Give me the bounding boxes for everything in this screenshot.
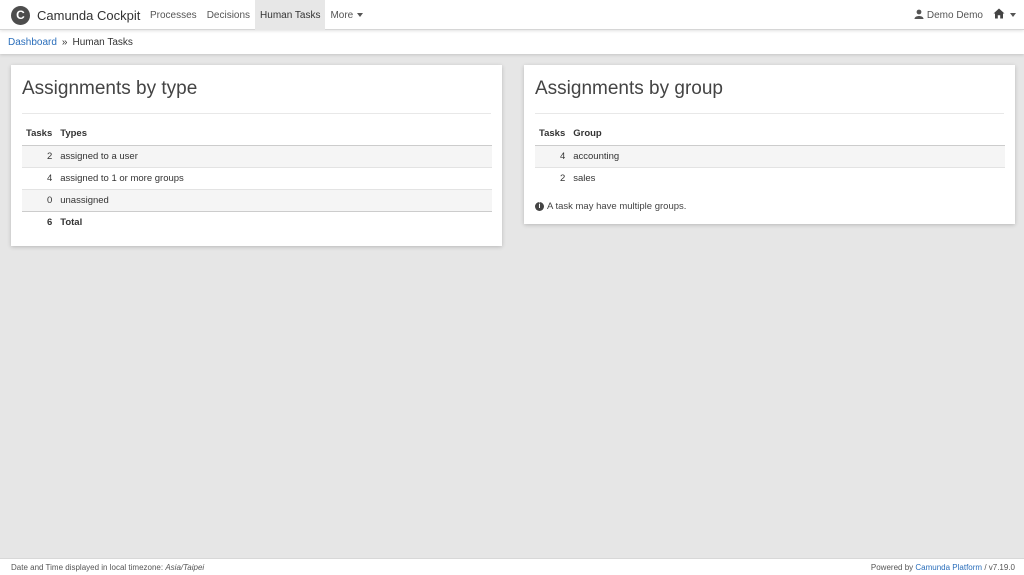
- column-header-tasks: Tasks: [535, 123, 570, 146]
- type-label[interactable]: assigned to 1 or more groups: [56, 166, 492, 189]
- breadcrumb: Dashboard » Human Tasks: [0, 30, 1024, 54]
- camunda-logo-icon: C: [11, 5, 30, 25]
- timezone-value: Asia/Taipei: [165, 563, 205, 572]
- note-text: A task may have multiple groups.: [547, 201, 687, 212]
- nav-item-more-label: More: [330, 9, 354, 21]
- column-header-tasks: Tasks: [22, 123, 57, 146]
- table-row[interactable]: 0 unassigned: [22, 188, 492, 211]
- assignments-by-type-title: Assignments by type: [22, 78, 198, 99]
- type-label[interactable]: unassigned: [56, 188, 492, 211]
- breadcrumb-current: Human Tasks: [72, 36, 133, 48]
- nav-item-more[interactable]: More: [325, 0, 368, 30]
- nav-item-processes[interactable]: Processes: [145, 0, 202, 30]
- assignments-by-type-card: Assignments by type Tasks Types 2 assign…: [11, 65, 502, 246]
- powered-by: Powered by Camunda Platform / v7.19.0: [871, 563, 1015, 572]
- table-row[interactable]: 4 assigned to 1 or more groups: [22, 166, 492, 189]
- home-icon: [993, 8, 1005, 22]
- task-count: 4: [22, 166, 57, 189]
- user-name: Demo Demo: [926, 9, 983, 21]
- chevron-down-icon: [357, 13, 364, 17]
- multiple-groups-note: i A task may have multiple groups.: [535, 201, 686, 212]
- timezone-info: Date and Time displayed in local timezon…: [11, 563, 204, 572]
- task-count: 2: [22, 144, 57, 167]
- task-count: 2: [535, 166, 570, 189]
- assignments-by-group-table: Tasks Group 4 accounting 2 sales: [535, 123, 1005, 189]
- top-navbar: C Camunda Cockpit Processes Decisions Hu…: [0, 0, 1024, 30]
- table-row[interactable]: 2 sales: [535, 166, 1005, 189]
- user-menu[interactable]: Demo Demo: [914, 9, 983, 22]
- brand-link[interactable]: C Camunda Cockpit: [11, 5, 140, 25]
- timezone-prefix: Date and Time displayed in local timezon…: [11, 563, 164, 572]
- nav-item-human-tasks[interactable]: Human Tasks: [255, 0, 326, 30]
- powered-by-prefix: Powered by: [870, 563, 914, 572]
- total-label: Total: [56, 210, 492, 233]
- nav-right: Demo Demo: [914, 0, 1016, 30]
- total-count: 6: [22, 210, 57, 233]
- table-row[interactable]: 4 accounting: [535, 144, 1005, 167]
- breadcrumb-dashboard-link[interactable]: Dashboard: [8, 37, 57, 48]
- group-label[interactable]: sales: [569, 166, 1005, 189]
- assignments-by-group-title: Assignments by group: [535, 78, 723, 99]
- divider: [22, 113, 491, 114]
- info-icon: i: [535, 202, 544, 211]
- nav-item-decisions[interactable]: Decisions: [202, 0, 255, 30]
- assignments-by-group-card: Assignments by group Tasks Group 4 accou…: [524, 65, 1015, 224]
- table-row[interactable]: 2 assigned to a user: [22, 144, 492, 167]
- type-label[interactable]: assigned to a user: [56, 144, 492, 167]
- home-menu[interactable]: [993, 8, 1016, 22]
- divider: [535, 113, 1004, 114]
- column-header-group: Group: [569, 123, 1005, 146]
- camunda-platform-link[interactable]: Camunda Platform: [915, 563, 982, 572]
- task-count: 4: [535, 144, 570, 167]
- breadcrumb-separator: »: [61, 36, 68, 48]
- footer: Date and Time displayed in local timezon…: [0, 558, 1024, 575]
- total-row: 6 Total: [22, 210, 492, 233]
- main-nav: Processes Decisions Human Tasks More: [145, 0, 368, 30]
- chevron-down-icon: [1010, 13, 1016, 17]
- version-label: / v7.19.0: [984, 563, 1015, 572]
- app-title: Camunda Cockpit: [37, 7, 141, 23]
- assignments-by-type-table: Tasks Types 2 assigned to a user 4 assig…: [22, 123, 492, 233]
- task-count: 0: [22, 188, 57, 211]
- column-header-types: Types: [56, 123, 492, 146]
- user-icon: [914, 9, 924, 22]
- group-label[interactable]: accounting: [569, 144, 1005, 167]
